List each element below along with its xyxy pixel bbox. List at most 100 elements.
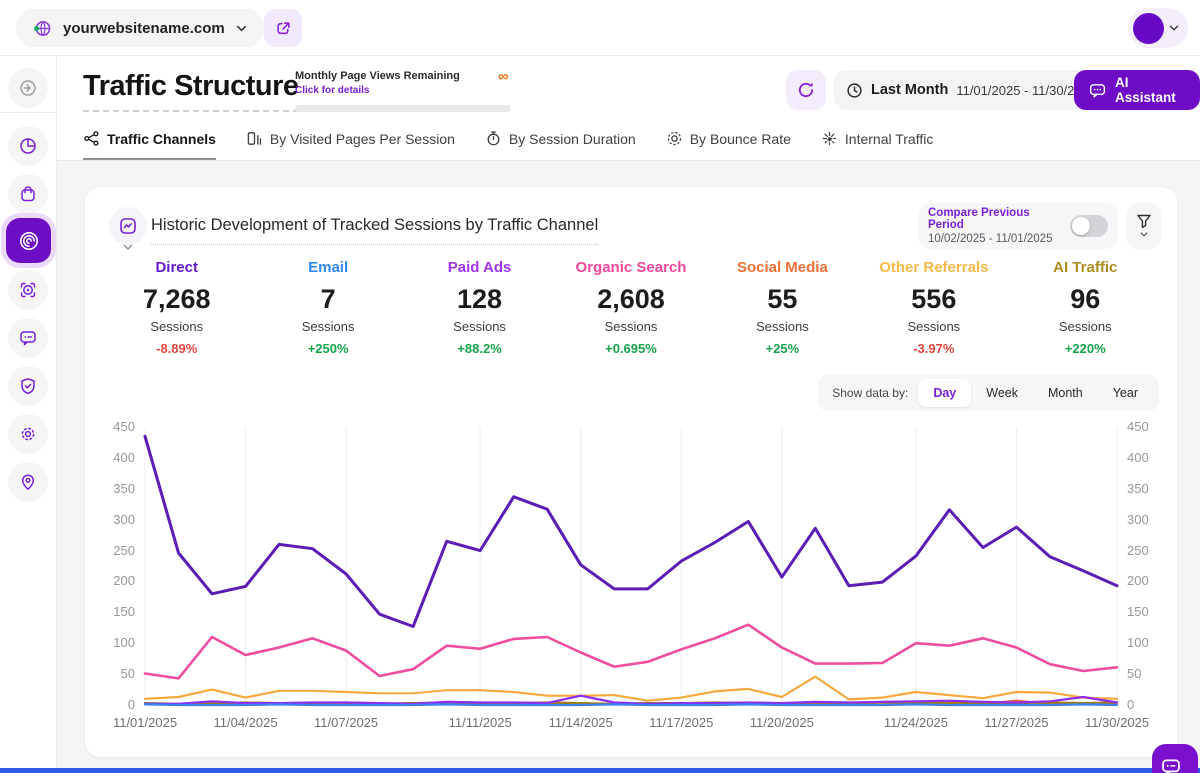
granularity-week[interactable]: Week bbox=[971, 379, 1033, 407]
y-axis-left: 450400350300250200150100500 bbox=[101, 427, 145, 705]
ai-assistant-button[interactable]: AI Assistant bbox=[1074, 70, 1200, 110]
stat-social-media: Social Media 55 Sessions +25% bbox=[707, 259, 858, 356]
stat-label[interactable]: AI Traffic bbox=[1010, 259, 1161, 276]
stat-change: -8.89% bbox=[101, 341, 252, 356]
sidebar-item-messages[interactable] bbox=[8, 318, 48, 358]
tab-label: By Bounce Rate bbox=[690, 131, 791, 147]
y-tick-label: 450 bbox=[1117, 419, 1161, 434]
stat-value: 2,608 bbox=[555, 284, 706, 315]
plot-area[interactable] bbox=[145, 427, 1117, 705]
chevron-down-icon[interactable] bbox=[122, 243, 134, 253]
stat-change: +25% bbox=[707, 341, 858, 356]
x-tick-label: 11/01/2025 bbox=[113, 715, 177, 730]
tab-bounce-rate[interactable]: By Bounce Rate bbox=[666, 130, 791, 160]
y-tick-label: 450 bbox=[101, 419, 145, 434]
pie-chart-icon bbox=[18, 136, 38, 156]
sidebar-item-analytics[interactable] bbox=[8, 126, 48, 166]
compare-range: 10/02/2025 - 11/01/2025 bbox=[928, 233, 1062, 245]
y-tick-label: 200 bbox=[1117, 573, 1161, 588]
stat-label[interactable]: Other Referrals bbox=[858, 259, 1009, 276]
granularity-day[interactable]: Day bbox=[918, 379, 971, 407]
stat-unit: Sessions bbox=[252, 319, 403, 334]
stat-label[interactable]: Paid Ads bbox=[404, 259, 555, 276]
chat-bubble-icon bbox=[1160, 756, 1182, 773]
x-tick-label: 11/20/2025 bbox=[750, 715, 814, 730]
sidebar-item-security[interactable] bbox=[8, 366, 48, 406]
stat-label[interactable]: Email bbox=[252, 259, 403, 276]
x-tick-label: 11/04/2025 bbox=[213, 715, 277, 730]
stat-label[interactable]: Social Media bbox=[707, 259, 858, 276]
stat-organic-search: Organic Search 2,608 Sessions +0.695% bbox=[555, 259, 706, 356]
y-tick-label: 400 bbox=[1117, 450, 1161, 465]
support-chat-fab[interactable] bbox=[1152, 744, 1198, 773]
stat-change: -3.97% bbox=[858, 341, 1009, 356]
sidebar-item-orders[interactable] bbox=[8, 174, 48, 214]
external-link-icon bbox=[275, 20, 292, 37]
refresh-icon bbox=[796, 80, 816, 100]
settings-gear-icon bbox=[18, 424, 38, 444]
compare-label[interactable]: Compare Previous Period bbox=[928, 207, 1062, 231]
chevron-down-icon bbox=[1168, 22, 1180, 34]
y-tick-label: 150 bbox=[1117, 604, 1161, 619]
x-tick-label: 11/27/2025 bbox=[984, 715, 1048, 730]
avatar bbox=[1133, 13, 1164, 44]
sidebar-item-settings[interactable] bbox=[8, 414, 48, 454]
y-tick-label: 300 bbox=[1117, 512, 1161, 527]
analytics-dashboard: yourwebsitename.com bbox=[0, 0, 1200, 773]
stat-unit: Sessions bbox=[404, 319, 555, 334]
stat-unit: Sessions bbox=[707, 319, 858, 334]
granularity-month[interactable]: Month bbox=[1033, 379, 1098, 407]
y-tick-label: 50 bbox=[1117, 666, 1161, 681]
refresh-button[interactable] bbox=[786, 70, 826, 110]
x-tick-label: 11/14/2025 bbox=[549, 715, 613, 730]
show-data-by-control: Show data by: Day Week Month Year bbox=[818, 375, 1159, 411]
sidebar-item-traffic-active[interactable] bbox=[6, 218, 51, 263]
top-bar: yourwebsitename.com bbox=[0, 0, 1200, 56]
traffic-swirl-icon bbox=[17, 229, 41, 253]
y-tick-label: 400 bbox=[101, 450, 145, 465]
user-menu[interactable] bbox=[1128, 8, 1188, 48]
stat-change: +220% bbox=[1010, 341, 1161, 356]
granularity-year[interactable]: Year bbox=[1098, 379, 1153, 407]
stat-label[interactable]: Direct bbox=[101, 259, 252, 276]
shield-check-icon bbox=[18, 376, 38, 396]
pages-bars-icon bbox=[246, 130, 263, 147]
website-selector[interactable]: yourwebsitename.com bbox=[16, 9, 264, 47]
tab-session-duration[interactable]: By Session Duration bbox=[485, 130, 636, 160]
stat-unit: Sessions bbox=[101, 319, 252, 334]
chevron-down-icon bbox=[1139, 231, 1149, 239]
stat-label[interactable]: Organic Search bbox=[555, 259, 706, 276]
tab-bar: Traffic Channels By Visited Pages Per Se… bbox=[83, 130, 933, 160]
stat-other-referrals: Other Referrals 556 Sessions -3.97% bbox=[858, 259, 1009, 356]
stat-change: +88.2% bbox=[404, 341, 555, 356]
stat-value: 7 bbox=[252, 284, 403, 315]
filter-button[interactable] bbox=[1126, 203, 1161, 249]
tab-internal-traffic[interactable]: Internal Traffic bbox=[821, 130, 933, 160]
stat-direct: Direct 7,268 Sessions -8.89% bbox=[101, 259, 252, 356]
stat-value: 128 bbox=[404, 284, 555, 315]
bounce-target-icon bbox=[666, 130, 683, 147]
open-website-button[interactable] bbox=[264, 9, 302, 47]
stat-change: +250% bbox=[252, 341, 403, 356]
y-tick-label: 350 bbox=[1117, 481, 1161, 496]
x-axis-labels: 11/01/202511/04/202511/07/202511/11/2025… bbox=[145, 715, 1117, 733]
stopwatch-icon bbox=[485, 130, 502, 147]
funnel-icon bbox=[1136, 214, 1152, 229]
tab-visited-pages[interactable]: By Visited Pages Per Session bbox=[246, 130, 455, 160]
x-tick-label: 11/30/2025 bbox=[1085, 715, 1149, 730]
sidebar-item-locations[interactable] bbox=[8, 462, 48, 502]
y-axis-right: 450400350300250200150100500 bbox=[1117, 427, 1161, 705]
page-header: Traffic Structure Monthly Page Views Rem… bbox=[57, 56, 1200, 161]
tab-traffic-channels[interactable]: Traffic Channels bbox=[83, 130, 216, 160]
sidebar-item-tracking[interactable] bbox=[8, 270, 48, 310]
page-title: Traffic Structure bbox=[83, 70, 299, 112]
quota-details-link[interactable]: Click for details bbox=[295, 85, 511, 96]
compare-toggle[interactable] bbox=[1070, 215, 1108, 237]
sidebar-nav bbox=[0, 56, 57, 768]
chart-card-icon[interactable] bbox=[109, 207, 147, 245]
chevron-down-icon bbox=[235, 22, 248, 35]
sidebar-collapse-button[interactable] bbox=[8, 68, 48, 108]
website-name: yourwebsitename.com bbox=[63, 20, 225, 37]
stat-unit: Sessions bbox=[858, 319, 1009, 334]
y-tick-label: 150 bbox=[101, 604, 145, 619]
